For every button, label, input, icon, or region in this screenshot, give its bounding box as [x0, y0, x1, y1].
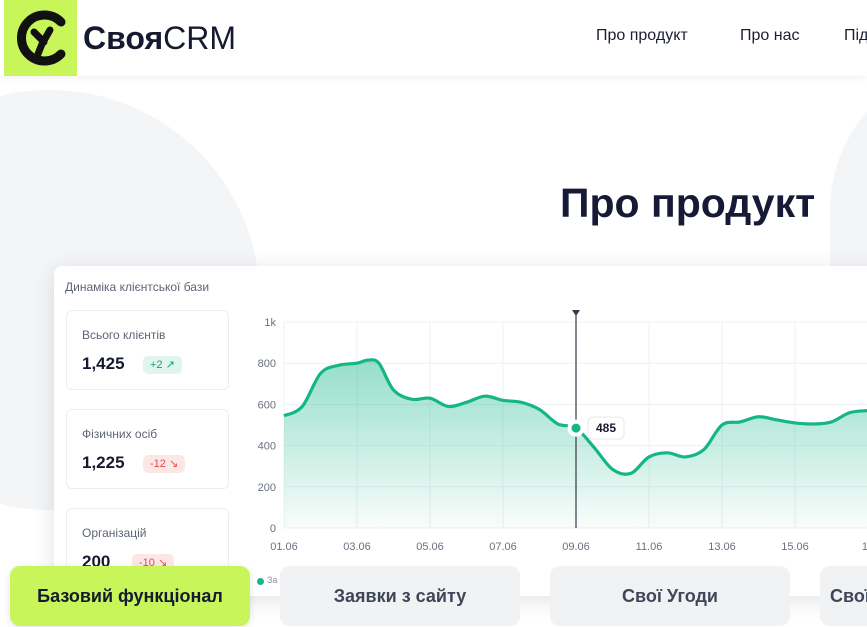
- site-header: СвояCRM Про продукт Про нас Під: [0, 0, 867, 76]
- tab-site-requests[interactable]: Заявки з сайту: [280, 566, 520, 626]
- logo-text-light: CRM: [163, 20, 237, 56]
- hover-line-cap-icon: [572, 310, 580, 316]
- y-tick-label: 400: [258, 441, 276, 453]
- tooltip-value: 485: [596, 421, 616, 435]
- x-tick-label: 09.06: [562, 541, 590, 553]
- x-tick-label: 13.06: [708, 541, 736, 553]
- hover-point: [571, 423, 581, 433]
- x-tick-label: 05.06: [416, 541, 444, 553]
- page-title: Про продукт: [560, 180, 816, 226]
- x-tick-label: 01.06: [270, 541, 298, 553]
- y-tick-label: 800: [258, 358, 276, 370]
- client-base-area-chart: 0 200 400 600 800 1k 01.06 03.06 05.06 07.06 09.06…: [258, 310, 867, 553]
- logo[interactable]: [4, 0, 77, 76]
- x-tick-label: 11.06: [636, 541, 663, 553]
- x-tick-label: 15.06: [781, 541, 809, 553]
- nav-item-support[interactable]: Під: [844, 27, 867, 45]
- page: СвояCRM Про продукт Про нас Під Про прод…: [0, 0, 867, 627]
- logo-text[interactable]: СвояCRM: [83, 20, 236, 56]
- x-tick-label: 07.06: [489, 541, 517, 553]
- tab-basic-functionality[interactable]: Базовий функціонал: [10, 566, 250, 626]
- dashboard-preview-card: Динаміка клієнтської бази Всього клієнті…: [54, 266, 867, 596]
- x-tick-label: 03.06: [343, 541, 371, 553]
- legend-dot: [257, 578, 264, 585]
- y-tick-label: 600: [258, 399, 276, 411]
- logo-c-mark-icon: [16, 10, 66, 66]
- legend-label: Зa: [267, 575, 278, 585]
- y-tick-label: 0: [270, 523, 276, 535]
- tab-own-more[interactable]: Свої: [820, 566, 867, 626]
- tab-own-deals[interactable]: Свої Угоди: [550, 566, 790, 626]
- x-tick-label: 17: [862, 541, 867, 553]
- nav-item-about-product[interactable]: Про продукт: [596, 27, 688, 45]
- y-tick-label: 200: [258, 482, 276, 494]
- nav-item-about-us[interactable]: Про нас: [740, 27, 799, 45]
- y-tick-label: 1k: [264, 317, 276, 329]
- logo-text-bold: Своя: [83, 20, 164, 56]
